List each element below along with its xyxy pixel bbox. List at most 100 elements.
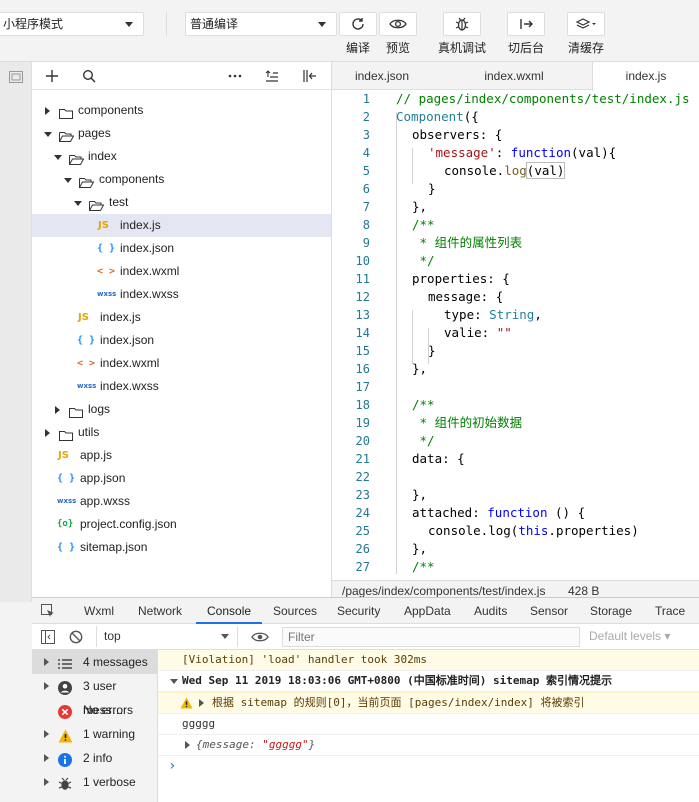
- filter-info[interactable]: 2 info: [32, 746, 157, 770]
- line-number: 23: [355, 488, 370, 502]
- tree-file-project-config[interactable]: {o} project.config.json: [32, 513, 331, 536]
- chevron-right-icon: [44, 682, 49, 690]
- log-levels-select[interactable]: Default levels ▾: [589, 629, 670, 643]
- tree-folder-pages[interactable]: pages: [32, 122, 331, 145]
- code-line: 26},: [332, 540, 699, 558]
- code-token: * 组件的属性列表: [412, 235, 523, 250]
- tree-label: components: [78, 103, 144, 117]
- filter-warnings[interactable]: 1 warning: [32, 722, 157, 746]
- inspect-icon[interactable]: [41, 604, 55, 621]
- tab-security[interactable]: Security: [337, 598, 380, 624]
- json-file-icon: { }: [77, 335, 96, 346]
- tree-file-index-wxml[interactable]: < > index.wxml: [32, 352, 331, 375]
- tree-folder-utils[interactable]: utils: [32, 421, 331, 444]
- tab-console[interactable]: Console: [196, 598, 263, 624]
- tab-network[interactable]: Network: [138, 598, 182, 624]
- switch-background-button[interactable]: 切后台: [502, 12, 550, 56]
- line-number: 9: [362, 236, 370, 250]
- mode-select[interactable]: 小程序模式: [0, 12, 144, 36]
- code-line: 16},: [332, 360, 699, 378]
- code-area[interactable]: 1 // pages/index/components/test/index.js…: [332, 90, 699, 574]
- tree-file-index-json[interactable]: { } index.json: [32, 329, 331, 352]
- tree-folder-index[interactable]: index: [32, 145, 331, 168]
- clear-console-icon[interactable]: [69, 630, 83, 647]
- toggle-panel-icon[interactable]: [9, 71, 23, 86]
- top-toolbar: 小程序模式 普通编译 编译 预览 真机调试 切后台 清缓存: [0, 0, 699, 62]
- log-text: 根据 sitemap 的规则[0]，当前页面 [pages/index/inde…: [212, 696, 585, 709]
- tree-file-index-wxss[interactable]: wxss index.wxss: [32, 375, 331, 398]
- line-number: 5: [362, 164, 370, 178]
- tree-folder-test[interactable]: test: [32, 191, 331, 214]
- context-value: top: [104, 629, 121, 643]
- tree-file-index-wxss[interactable]: wxss index.wxss: [32, 283, 331, 306]
- code-line: 12 message: {: [332, 288, 699, 306]
- code-token: /**: [412, 559, 435, 574]
- json-file-icon: { }: [57, 473, 76, 484]
- filter-input[interactable]: [282, 627, 580, 647]
- tab-trace[interactable]: Trace: [655, 598, 685, 624]
- tree-label: utils: [78, 425, 100, 439]
- tree-file-sitemap-json[interactable]: { } sitemap.json: [32, 536, 331, 559]
- log-group-header[interactable]: Wed Sep 11 2019 18:03:06 GMT+0800 (中国标准时…: [158, 671, 699, 692]
- tree-label: app.js: [80, 448, 113, 462]
- divider: [166, 12, 167, 36]
- code-line: 6}: [332, 180, 699, 198]
- filter-errors[interactable]: No errors: [32, 698, 157, 722]
- more-icon[interactable]: [228, 69, 242, 86]
- tree-file-index-json[interactable]: { } index.json: [32, 237, 331, 260]
- tree-folder-logs[interactable]: logs: [32, 398, 331, 421]
- sidebar-label: 2 info: [83, 751, 113, 765]
- editor-tabs: index.json index.wxml index.js: [332, 62, 699, 91]
- tab-index-js[interactable]: index.js: [592, 62, 699, 91]
- code-token: }: [428, 181, 436, 196]
- filter-verbose[interactable]: 1 verbose: [32, 770, 157, 794]
- chevron-down-icon: [221, 634, 229, 639]
- tree-file-app-js[interactable]: JS app.js: [32, 444, 331, 467]
- tab-index-json[interactable]: index.json: [332, 62, 432, 90]
- chevron-down-icon: [318, 22, 326, 27]
- preview-button[interactable]: 预览: [374, 12, 422, 56]
- switch-background-icon: [507, 12, 545, 36]
- chevron-right-icon: [44, 658, 49, 666]
- tab-appdata[interactable]: AppData: [404, 598, 451, 624]
- tab-wxml[interactable]: Wxml: [84, 598, 114, 624]
- search-icon[interactable]: [82, 69, 96, 86]
- tree-file-index-js[interactable]: JS index.js: [32, 306, 331, 329]
- code-token: },: [412, 487, 428, 502]
- log-message-warning: 根据 sitemap 的规则[0]，当前页面 [pages/index/inde…: [158, 692, 699, 714]
- console-prompt[interactable]: ›: [158, 756, 699, 776]
- tree-folder-components[interactable]: components: [32, 99, 331, 122]
- compile-select[interactable]: 普通编译: [185, 12, 337, 36]
- eye-icon[interactable]: [251, 631, 269, 646]
- tab-index-wxml[interactable]: index.wxml: [462, 62, 566, 90]
- tree-file-index-js[interactable]: JS index.js: [32, 214, 331, 237]
- sort-icon[interactable]: [265, 69, 279, 86]
- collapse-icon[interactable]: [302, 69, 318, 86]
- remote-debug-button[interactable]: 真机调试: [438, 12, 486, 56]
- tree-label: index.wxss: [100, 379, 159, 393]
- tab-sources[interactable]: Sources: [273, 598, 317, 624]
- chevron-right-icon: [44, 754, 49, 762]
- mode-select-value: 小程序模式: [3, 17, 64, 31]
- tab-storage[interactable]: Storage: [590, 598, 632, 624]
- filter-all-messages[interactable]: 4 messages: [32, 650, 157, 674]
- code-token: * 组件的初始数据: [412, 415, 523, 430]
- chevron-right-icon[interactable]: [199, 699, 204, 707]
- tree-file-index-wxml[interactable]: < > index.wxml: [32, 260, 331, 283]
- tree-file-app-wxss[interactable]: wxss app.wxss: [32, 490, 331, 513]
- tree-folder-components[interactable]: components: [32, 168, 331, 191]
- add-icon[interactable]: [45, 69, 59, 86]
- clear-cache-button[interactable]: 清缓存: [562, 12, 610, 56]
- json-file-icon: { }: [57, 542, 76, 553]
- code-line: 23},: [332, 486, 699, 504]
- sidebar-toggle-icon[interactable]: [41, 630, 55, 647]
- tree-file-app-json[interactable]: { } app.json: [32, 467, 331, 490]
- log-object[interactable]: {message: "ggggg"}: [158, 735, 699, 756]
- context-select[interactable]: top: [96, 626, 238, 647]
- tree-label: index.json: [120, 241, 175, 255]
- code-line: 13 type: String,: [332, 306, 699, 324]
- sidebar-label: 1 warning: [83, 727, 136, 741]
- tab-audits[interactable]: Audits: [474, 598, 507, 624]
- tab-sensor[interactable]: Sensor: [530, 598, 568, 624]
- filter-user-messages[interactable]: 3 user mess…: [32, 674, 157, 717]
